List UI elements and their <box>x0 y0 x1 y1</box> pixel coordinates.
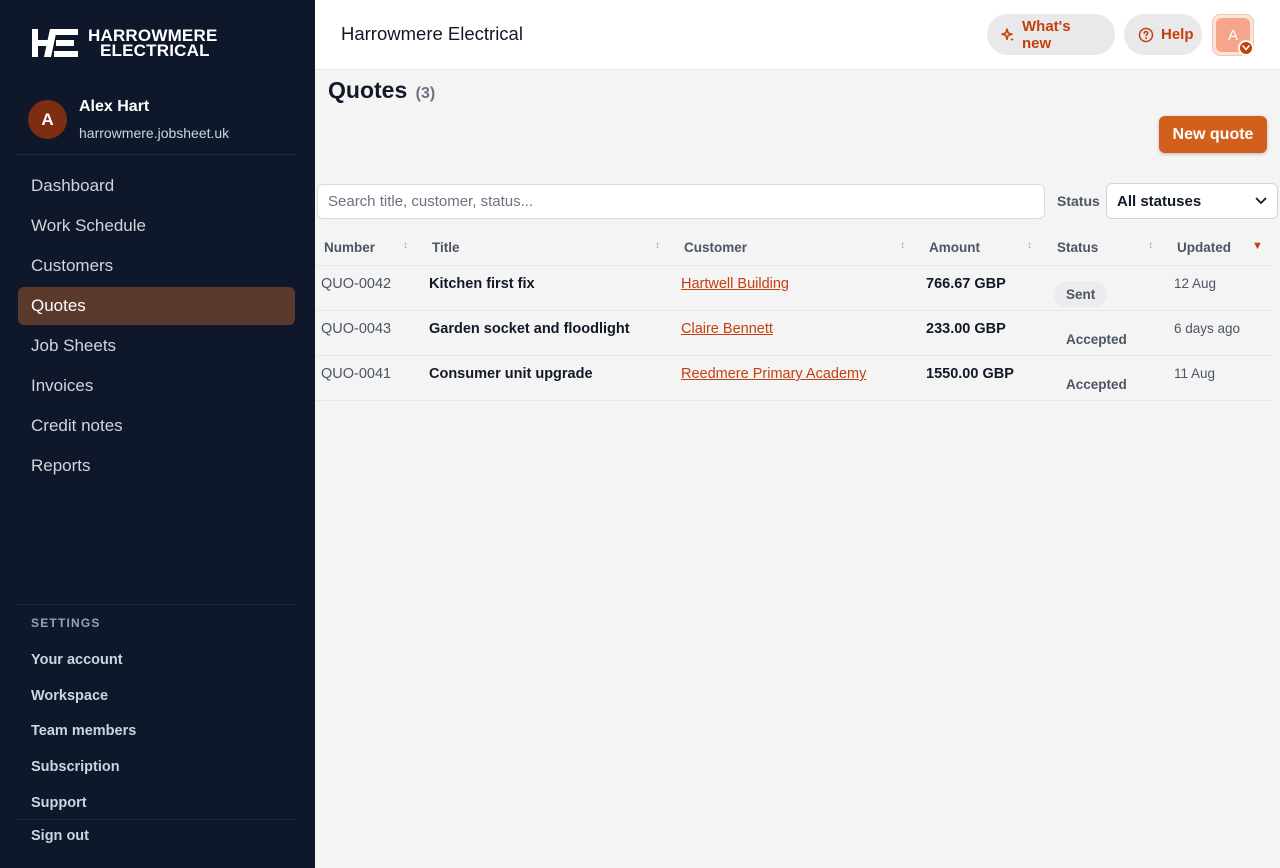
help-circle-icon <box>1138 27 1154 42</box>
quote-number: QUO-0043 <box>321 321 392 337</box>
account-menu-button[interactable]: A <box>1212 14 1254 56</box>
status-filter-value: All statuses <box>1117 192 1202 210</box>
sign-out-link[interactable]: Sign out <box>31 828 89 844</box>
sidebar-divider <box>16 604 297 605</box>
quote-number: QUO-0041 <box>321 366 392 382</box>
new-quote-button[interactable]: New quote <box>1159 116 1267 153</box>
column-header-status[interactable]: Status <box>1057 240 1098 255</box>
settings-heading: SETTINGS <box>31 616 101 630</box>
nav-item-work-schedule[interactable]: Work Schedule <box>18 207 295 245</box>
user-profile[interactable]: A Alex Hart harrowmere.jobsheet.uk <box>28 98 229 141</box>
user-name: Alex Hart <box>79 98 150 115</box>
sort-icon[interactable]: ↕ <box>655 240 660 251</box>
company-name: Harrowmere Electrical <box>341 23 523 44</box>
sort-icon[interactable]: ↕ <box>403 240 408 251</box>
table-row[interactable]: QUO-0043 Garden socket and floodlight Cl… <box>315 311 1273 356</box>
table-row[interactable]: QUO-0042 Kitchen first fix Hartwell Buil… <box>315 266 1273 311</box>
sidebar-divider <box>16 154 297 155</box>
page-title-text: Quotes <box>328 77 408 103</box>
chevron-down-icon <box>1255 197 1267 205</box>
settings-item-team-members[interactable]: Team members <box>31 714 136 750</box>
chevron-down-icon <box>1238 40 1254 56</box>
sort-icon[interactable]: ↕ <box>1148 240 1153 251</box>
nav-item-dashboard[interactable]: Dashboard <box>18 167 295 205</box>
settings-item-support[interactable]: Support <box>31 785 136 821</box>
help-label: Help <box>1161 26 1194 43</box>
table-header: Number ↕ Title ↕ Customer ↕ Amount ↕ Sta… <box>315 228 1273 266</box>
column-header-amount[interactable]: Amount <box>929 240 980 255</box>
quote-title: Garden socket and floodlight <box>429 321 630 337</box>
quote-title: Kitchen first fix <box>429 276 535 292</box>
quote-count: (3) <box>415 85 436 102</box>
logo-line-2: ELECTRICAL <box>100 41 210 60</box>
sort-icon[interactable]: ↕ <box>900 240 905 251</box>
settings-item-workspace[interactable]: Workspace <box>31 678 136 714</box>
quote-amount: 766.67 GBP <box>926 276 1006 292</box>
company-logo[interactable]: HARROWMERE ELECTRICAL <box>30 26 218 60</box>
status-filter-label: Status <box>1057 193 1100 209</box>
status-badge: Sent <box>1054 281 1108 307</box>
column-header-title[interactable]: Title <box>432 240 460 255</box>
nav-item-invoices[interactable]: Invoices <box>18 367 295 405</box>
nav-item-reports[interactable]: Reports <box>18 447 295 485</box>
updated-date: 12 Aug <box>1174 276 1217 291</box>
quote-title: Consumer unit upgrade <box>429 366 593 382</box>
sparkle-icon <box>1001 27 1014 41</box>
updated-date: 6 days ago <box>1174 321 1241 336</box>
settings-nav: Your account Workspace Team members Subs… <box>31 642 136 821</box>
whats-new-button[interactable]: What's new <box>987 14 1115 55</box>
nav-item-credit-notes[interactable]: Credit notes <box>18 407 295 445</box>
table-row[interactable]: QUO-0041 Consumer unit upgrade Reedmere … <box>315 356 1273 401</box>
customer-link[interactable]: Hartwell Building <box>681 276 789 292</box>
status-badge: Accepted <box>1066 331 1127 347</box>
sidebar: HARROWMERE ELECTRICAL A Alex Hart harrow… <box>0 0 315 868</box>
search-input[interactable] <box>317 184 1045 219</box>
quote-amount: 233.00 GBP <box>926 321 1006 337</box>
quote-number: QUO-0042 <box>321 276 392 292</box>
sidebar-divider <box>16 819 297 820</box>
page-title: Quotes (3) <box>328 77 435 104</box>
column-header-number[interactable]: Number <box>324 240 375 255</box>
nav-item-customers[interactable]: Customers <box>18 247 295 285</box>
user-domain: harrowmere.jobsheet.uk <box>79 125 230 141</box>
whats-new-label: What's new <box>1022 17 1071 52</box>
customer-link[interactable]: Claire Bennett <box>681 321 773 337</box>
main-nav: Dashboard Work Schedule Customers Quotes… <box>18 167 295 487</box>
sort-desc-icon[interactable]: ▼ <box>1252 240 1263 252</box>
settings-item-your-account[interactable]: Your account <box>31 642 136 678</box>
avatar: A <box>28 100 67 139</box>
customer-link[interactable]: Reedmere Primary Academy <box>681 366 866 382</box>
quotes-table: Number ↕ Title ↕ Customer ↕ Amount ↕ Sta… <box>315 228 1273 401</box>
top-bar: Harrowmere Electrical What's new Help A <box>315 0 1280 70</box>
quote-amount: 1550.00 GBP <box>926 366 1014 382</box>
column-header-customer[interactable]: Customer <box>684 240 747 255</box>
help-button[interactable]: Help <box>1124 14 1202 55</box>
sort-icon[interactable]: ↕ <box>1027 240 1032 251</box>
logo-mark-icon <box>32 29 78 57</box>
settings-item-subscription[interactable]: Subscription <box>31 749 136 785</box>
nav-item-job-sheets[interactable]: Job Sheets <box>18 327 295 365</box>
updated-date: 11 Aug <box>1174 366 1216 381</box>
column-header-updated[interactable]: Updated <box>1177 240 1231 255</box>
nav-item-quotes[interactable]: Quotes <box>18 287 295 325</box>
status-badge: Accepted <box>1066 376 1127 392</box>
status-filter-select[interactable]: All statuses <box>1106 183 1278 219</box>
